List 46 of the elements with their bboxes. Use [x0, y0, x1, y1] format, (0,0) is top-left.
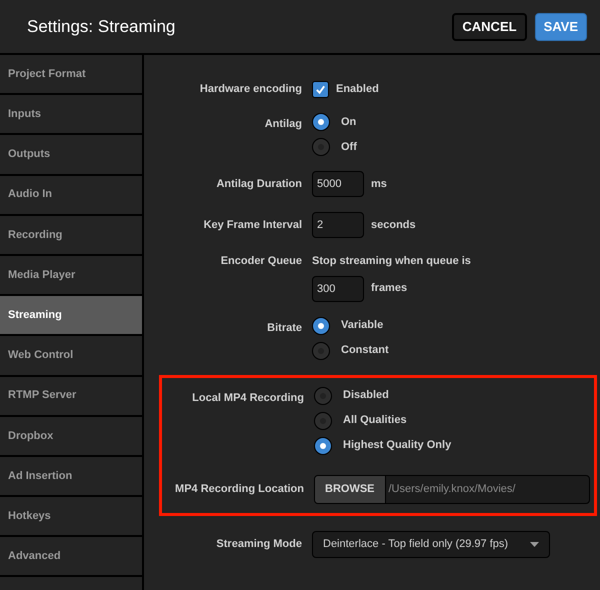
browse-button[interactable]: BROWSE	[315, 476, 386, 502]
radio-button[interactable]	[312, 113, 330, 131]
sidebar-item[interactable]: RTMP Server	[0, 376, 142, 417]
dropdown-value: Deinterlace - Top field only (29.97 fps)	[323, 536, 508, 552]
cancel-button[interactable]: CANCEL	[452, 12, 527, 40]
setting-label: Hardware encoding	[200, 82, 302, 98]
setting-label: MP4 Recording Location	[175, 482, 304, 497]
number-field[interactable]: 300	[312, 276, 364, 302]
sidebar-item[interactable]: Dropbox	[0, 416, 142, 457]
radio-label: Off	[341, 140, 357, 155]
sidebar-item[interactable]: Streaming	[0, 296, 142, 336]
setting-label: Key Frame Interval	[204, 218, 302, 233]
unit-label: frames	[371, 281, 408, 296]
setting-label: Streaming Mode	[216, 536, 302, 552]
radio-button[interactable]	[314, 386, 332, 404]
radio-label: Highest Quality Only	[343, 438, 452, 454]
number-field[interactable]: 2	[312, 212, 364, 238]
setting-label: Local MP4 Recording	[192, 390, 304, 406]
radio-label: On	[341, 114, 356, 130]
radio-button[interactable]	[312, 316, 330, 334]
radio-button[interactable]	[314, 436, 332, 454]
checkmark-icon	[315, 84, 326, 95]
radio-label: Constant	[341, 343, 389, 358]
unit-label: Stop streaming when queue is	[312, 254, 471, 269]
setting-label: Antilag Duration	[216, 176, 302, 192]
sidebar-item[interactable]: Audio In	[0, 176, 142, 216]
save-button[interactable]: SAVE	[534, 12, 587, 40]
caret-icon	[530, 542, 539, 546]
mode-dropdown[interactable]: Deinterlace - Top field only (29.97 fps)	[312, 530, 550, 558]
radio-label: Disabled	[343, 388, 389, 404]
unit-label: ms	[371, 176, 387, 192]
unit-label: Enabled	[336, 82, 379, 98]
window-title: Settings: Streaming	[27, 16, 176, 38]
radio-label: Variable	[341, 318, 384, 334]
radio-button[interactable]	[312, 138, 330, 156]
setting-label: Encoder Queue	[220, 254, 302, 269]
setting-label: Antilag	[264, 117, 302, 132]
radio-label: All Qualities	[343, 413, 407, 428]
unit-label: seconds	[371, 218, 416, 233]
radio-button[interactable]	[314, 412, 332, 430]
setting-label: Bitrate	[267, 320, 302, 336]
path-field[interactable]: BROWSE /Users/emily.knox/Movies/	[314, 474, 590, 504]
number-field[interactable]: 5000	[312, 171, 364, 197]
checkbox[interactable]	[312, 81, 329, 98]
path-value: /Users/emily.knox/Movies/	[388, 482, 516, 497]
radio-button[interactable]	[312, 342, 330, 360]
